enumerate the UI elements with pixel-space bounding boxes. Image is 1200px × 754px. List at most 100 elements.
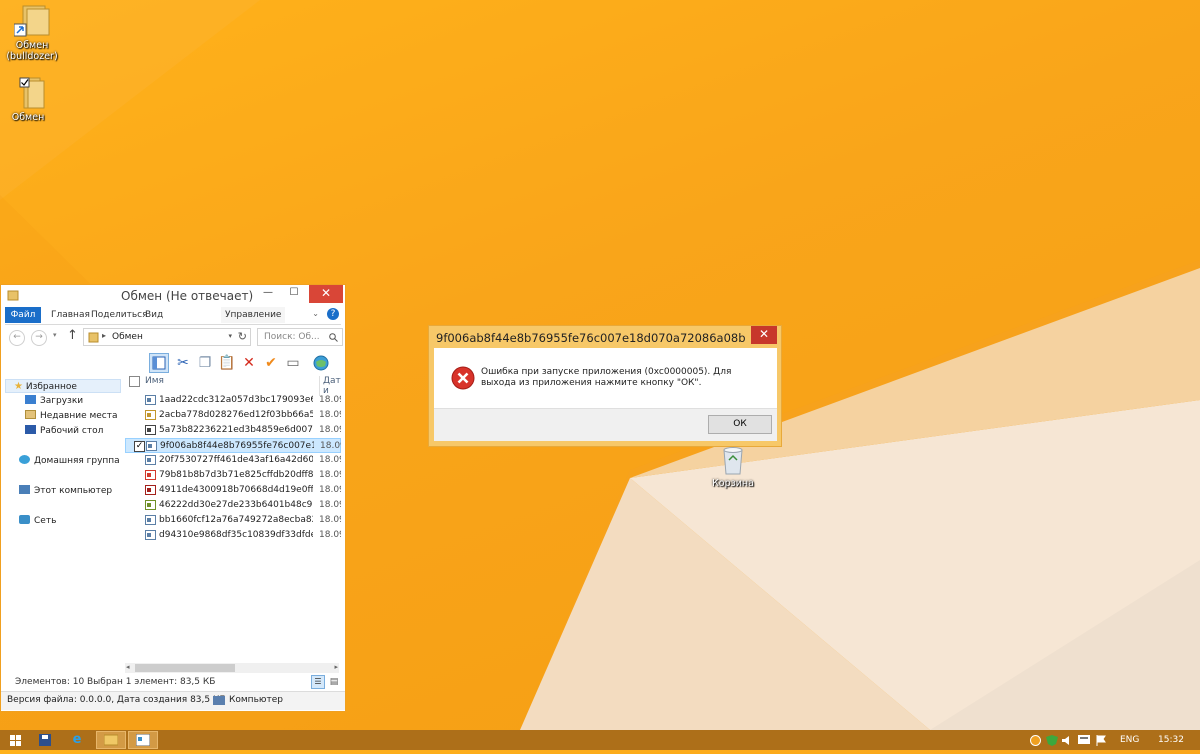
search-field[interactable]: Поиск: Об... bbox=[257, 328, 343, 346]
desktop-icon-obmen-bulldozer[interactable]: Обмен (bulldozer) bbox=[4, 4, 60, 62]
network-button[interactable] bbox=[311, 353, 331, 373]
select-all-checkbox[interactable] bbox=[129, 376, 140, 387]
nav-item-this-pc[interactable]: Этот компьютер bbox=[19, 484, 112, 498]
up-button[interactable]: ↑ bbox=[67, 328, 78, 343]
file-row[interactable]: 5a73b82236221ed3b4859e6d007f335d2... 18.0… bbox=[125, 423, 341, 438]
file-name: 2acba778d028276ed12f03bb66a5f43a3... bbox=[159, 410, 313, 420]
file-row[interactable]: 79b81b8b7d3b71e825cffdb20dff8be62... 18.0… bbox=[125, 468, 341, 483]
nav-item-network[interactable]: Сеть bbox=[19, 514, 56, 528]
help-icon[interactable]: ? bbox=[327, 308, 339, 320]
tab-manage[interactable]: Управление bbox=[221, 307, 286, 323]
file-date: 18.09. bbox=[319, 395, 341, 405]
address-bar[interactable]: ▸ Обмен ▾ ↻ bbox=[83, 328, 251, 346]
taskbar-app-window[interactable] bbox=[128, 731, 158, 749]
pdf-icon bbox=[145, 470, 156, 480]
pane-icon bbox=[152, 356, 166, 370]
taskbar-save-app[interactable] bbox=[30, 731, 60, 749]
file-name: 79b81b8b7d3b71e825cffdb20dff8be62... bbox=[159, 470, 313, 480]
file-row[interactable]: 46222dd30e27de233b6401b48c983d4d... 18.09… bbox=[125, 498, 341, 513]
file-row[interactable]: 2acba778d028276ed12f03bb66a5f43a3... 18.0… bbox=[125, 408, 341, 423]
column-header-name[interactable]: Имя bbox=[145, 376, 164, 386]
maximize-button[interactable]: ☐ bbox=[281, 285, 307, 303]
delete-button[interactable]: ✕ bbox=[239, 353, 259, 373]
file-row[interactable]: 1aad22cdc312a057d3bc179093e67e67... 18.09… bbox=[125, 393, 341, 408]
file-date: 18.09. bbox=[319, 455, 341, 465]
homegroup-icon bbox=[19, 455, 30, 464]
chevron-down-icon[interactable]: ▾ bbox=[228, 332, 232, 340]
dialog-close-button[interactable]: ✕ bbox=[751, 326, 777, 344]
file-name: 1aad22cdc312a057d3bc179093e67e67... bbox=[159, 395, 313, 405]
scroll-left-icon[interactable]: ◂ bbox=[126, 663, 130, 671]
file-date: 18.09. bbox=[319, 485, 341, 495]
forward-button[interactable]: → bbox=[31, 330, 47, 346]
nav-item-favorites[interactable]: ★ Избранное bbox=[5, 379, 121, 393]
location-label: Компьютер bbox=[229, 695, 283, 705]
properties-button[interactable]: ✔ bbox=[261, 353, 281, 373]
column-header-row: ^ Имя Дата и bbox=[125, 373, 341, 396]
file-row[interactable]: 4911de4300918b70668d4d19e0ffda817... 18.0… bbox=[125, 483, 341, 498]
horizontal-scrollbar[interactable]: ◂ ▸ bbox=[125, 663, 339, 673]
breadcrumb-chevron-icon: ▸ bbox=[102, 331, 107, 340]
desktop-icon-obmen[interactable]: Обмен bbox=[0, 76, 56, 123]
scrollbar-thumb[interactable] bbox=[135, 664, 235, 672]
row-checkbox[interactable]: ✓ bbox=[134, 441, 145, 452]
file-row[interactable]: ✓ 9f006ab8f44e8b76955fe76c007e18d070... 18… bbox=[125, 438, 341, 453]
floppy-disk-icon bbox=[39, 734, 51, 746]
search-input[interactable]: Поиск: Об... bbox=[264, 332, 320, 342]
tray-security-icon[interactable] bbox=[1046, 730, 1058, 750]
file-row[interactable]: 20f7530727ff461de43af16a42d60f12cd... 18.… bbox=[125, 453, 341, 468]
title-bar[interactable]: Обмен (Не отвечает) — ☐ ✕ bbox=[1, 285, 345, 307]
cut-button[interactable]: ✂ bbox=[173, 353, 193, 373]
tab-file[interactable]: Файл bbox=[5, 307, 41, 323]
app-icon bbox=[145, 455, 156, 465]
action-center-flag-icon bbox=[1096, 735, 1106, 746]
details-view-button[interactable]: ☰ bbox=[311, 675, 325, 689]
tray-app-icon[interactable] bbox=[1030, 730, 1041, 750]
file-row[interactable]: bb1660fcf12a76a749272a8ecba82018f5... 18.… bbox=[125, 513, 341, 528]
desktop-icon-recycle-bin[interactable]: Корзина bbox=[705, 446, 761, 489]
file-date: 18.09. bbox=[319, 515, 341, 525]
close-button[interactable]: ✕ bbox=[309, 285, 343, 303]
ribbon-tabs: Файл Главная Поделиться Вид Управление ⌄… bbox=[5, 307, 341, 325]
refresh-button[interactable]: ↻ bbox=[238, 330, 247, 343]
tray-flag-icon[interactable] bbox=[1096, 730, 1106, 750]
nav-item-desktop[interactable]: Рабочий стол bbox=[25, 424, 103, 438]
file-name: 20f7530727ff461de43af16a42d60f12cd... bbox=[159, 455, 313, 465]
taskbar-file-explorer[interactable] bbox=[96, 731, 126, 749]
clock[interactable]: 15:32 bbox=[1158, 730, 1184, 750]
language-indicator[interactable]: ENG bbox=[1120, 730, 1139, 750]
ruby-icon bbox=[145, 485, 156, 495]
ribbon-expand-icon[interactable]: ⌄ bbox=[312, 309, 319, 318]
minimize-button[interactable]: — bbox=[255, 285, 281, 303]
tray-keyboard-icon[interactable] bbox=[1078, 730, 1090, 750]
large-icons-view-button[interactable]: ▤ bbox=[327, 675, 341, 689]
paste-button[interactable]: 📋 bbox=[217, 353, 237, 373]
rename-button[interactable]: ▭ bbox=[283, 353, 303, 373]
ok-button[interactable]: ОК bbox=[708, 415, 772, 434]
scroll-right-icon[interactable]: ▸ bbox=[334, 663, 338, 671]
nav-item-homegroup[interactable]: Домашняя группа bbox=[19, 454, 120, 468]
desktop-icon bbox=[25, 425, 36, 434]
scissors-icon: ✂ bbox=[177, 355, 189, 371]
folder-icon bbox=[19, 77, 45, 109]
app-icon bbox=[145, 530, 156, 540]
copy-button[interactable]: ❐ bbox=[195, 353, 215, 373]
computer-icon bbox=[19, 485, 30, 494]
file-name: bb1660fcf12a76a749272a8ecba82018f5... bbox=[159, 515, 313, 525]
recent-locations-icon[interactable]: ▾ bbox=[53, 331, 57, 339]
nav-item-label: Загрузки bbox=[40, 396, 84, 406]
taskbar-internet-explorer[interactable]: e bbox=[62, 731, 92, 749]
checkmark-icon: ✔ bbox=[265, 355, 277, 371]
windows-logo-icon bbox=[9, 735, 21, 746]
back-button[interactable]: ← bbox=[9, 330, 25, 346]
nav-item-downloads[interactable]: Загрузки bbox=[25, 394, 83, 408]
recent-places-icon bbox=[25, 410, 36, 419]
tray-volume-icon[interactable] bbox=[1062, 730, 1073, 750]
file-date: 18.09. bbox=[319, 410, 341, 420]
file-row[interactable]: d94310e9868df35c10839df33dfdedbf1... 18.0… bbox=[125, 528, 341, 543]
error-dialog: 9f006ab8f44e8b76955fe76c007e18d070a72086… bbox=[428, 325, 782, 447]
tab-view[interactable]: Вид bbox=[141, 307, 167, 323]
nav-item-recent-places[interactable]: Недавние места bbox=[25, 409, 118, 423]
start-button[interactable] bbox=[0, 731, 30, 749]
preview-pane-button[interactable] bbox=[149, 353, 169, 373]
